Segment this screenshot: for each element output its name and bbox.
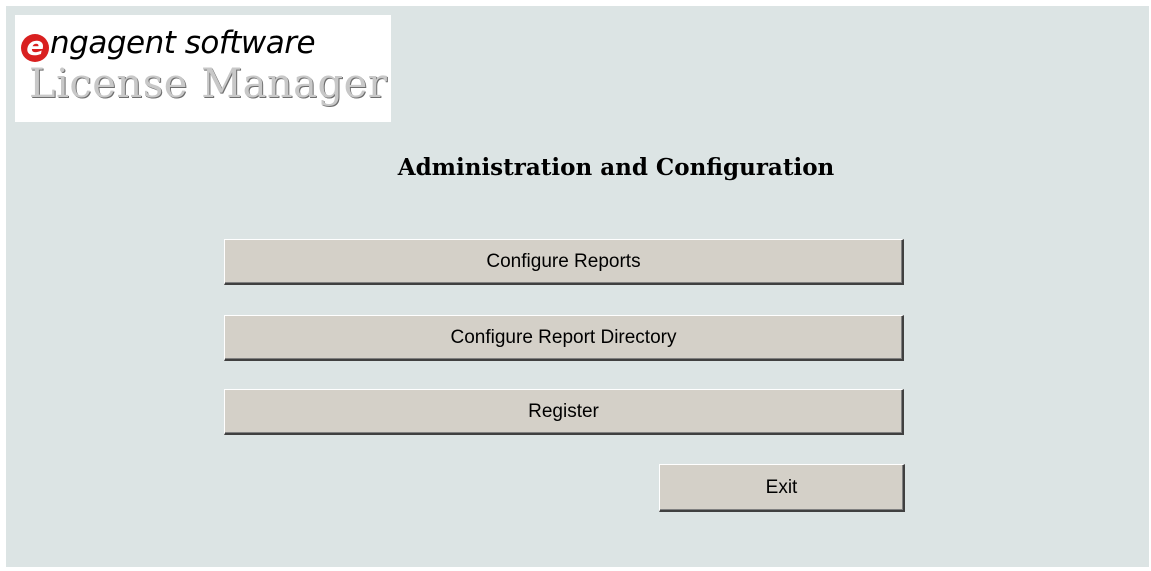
logo-e-icon: e <box>21 34 49 62</box>
exit-button[interactable]: Exit <box>659 464 905 512</box>
logo-brand-text: e ngagent software <box>21 25 316 62</box>
page-title: Administration and Configuration <box>397 154 835 181</box>
logo-product-name: License Manager <box>29 61 388 107</box>
logo-brand-rest: ngagent software <box>50 25 316 61</box>
configure-reports-button[interactable]: Configure Reports <box>224 239 904 285</box>
register-button[interactable]: Register <box>224 389 904 435</box>
admin-config-window: e ngagent software License Manager Admini… <box>6 6 1149 567</box>
engagent-logo: e ngagent software License Manager <box>15 15 391 122</box>
configure-report-directory-button[interactable]: Configure Report Directory <box>224 315 904 361</box>
